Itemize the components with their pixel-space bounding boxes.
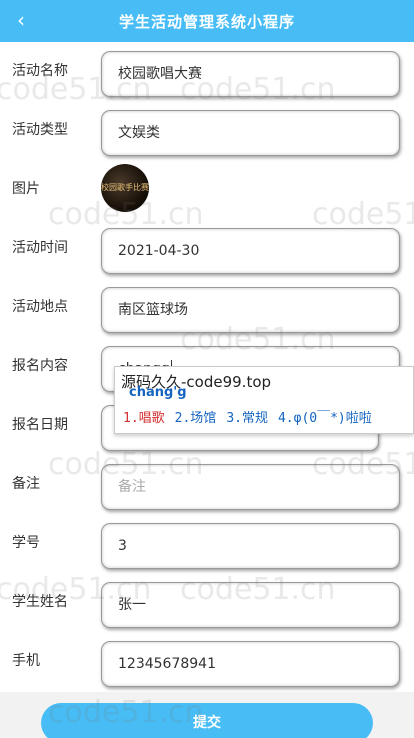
student-name-input[interactable]: 张一 (101, 582, 400, 628)
remark-label: 备注 (12, 476, 40, 492)
student-id-input[interactable]: 3 (101, 523, 400, 569)
image-label: 图片 (12, 181, 40, 197)
ime-candidate[interactable]: 3.常规 (226, 407, 268, 426)
row-activity-time: 活动时间 2021-04-30 (0, 219, 414, 278)
row-activity-place: 活动地点 南区篮球场 (0, 278, 414, 337)
activity-place-label: 活动地点 (12, 299, 68, 315)
activity-time-label: 活动时间 (12, 240, 68, 256)
ime-candidate[interactable]: 4.φ(0￣*)啦啦 (278, 407, 372, 426)
activity-name-input[interactable]: 校园歌唱大赛 (101, 51, 400, 97)
ime-candidate-popup: 源码久久-code99.top chang'g 1.唱歌 2.场馆 3.常规 4… (114, 366, 414, 434)
activity-type-input[interactable]: 文娱类 (101, 110, 400, 156)
phone-input[interactable]: 12345678941 (101, 641, 400, 687)
student-name-label: 学生姓名 (12, 594, 68, 610)
activity-type-label: 活动类型 (12, 122, 68, 138)
activity-time-input[interactable]: 2021-04-30 (101, 228, 400, 274)
row-student-name: 学生姓名 张一 (0, 573, 414, 632)
activity-name-label: 活动名称 (12, 63, 68, 79)
ime-candidates: 1.唱歌 2.场馆 3.常规 4.φ(0￣*)啦啦 (123, 407, 372, 426)
row-remark: 备注 备注 (0, 455, 414, 514)
row-activity-name: 活动名称 校园歌唱大赛 (0, 42, 414, 101)
row-activity-type: 活动类型 文娱类 (0, 101, 414, 160)
activity-image-thumbnail[interactable]: 校园歌手比赛 (101, 164, 149, 212)
row-phone: 手机 12345678941 (0, 632, 414, 691)
phone-label: 手机 (12, 653, 40, 669)
student-id-label: 学号 (12, 535, 40, 551)
activity-place-input[interactable]: 南区篮球场 (101, 287, 400, 333)
submit-button[interactable]: 提交 (41, 703, 373, 738)
row-image: 图片 (0, 160, 414, 219)
navbar: ‹ 学生活动管理系统小程序 (0, 0, 414, 42)
remark-input[interactable]: 备注 (101, 464, 400, 510)
row-student-id: 学号 3 (0, 514, 414, 573)
ime-candidate[interactable]: 1.唱歌 (123, 407, 165, 426)
page-title: 学生活动管理系统小程序 (118, 12, 295, 31)
back-arrow-icon[interactable]: ‹ (10, 8, 32, 32)
ime-candidate[interactable]: 2.场馆 (175, 407, 217, 426)
signup-content-label: 报名内容 (12, 358, 68, 374)
signup-date-label: 报名日期 (12, 417, 68, 433)
ime-pinyin: chang'g (129, 385, 187, 400)
